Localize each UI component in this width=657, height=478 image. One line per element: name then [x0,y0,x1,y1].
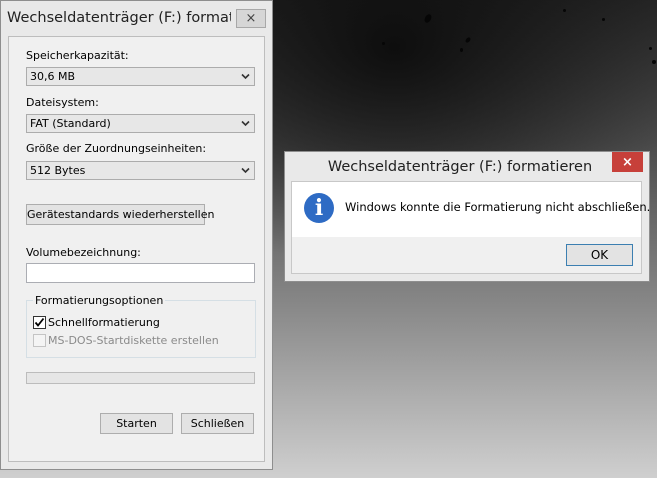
background-speck [649,47,652,50]
chevron-down-icon [241,167,250,174]
background-speck [382,42,385,45]
format-options-group [26,300,256,358]
format-progress-bar [26,372,255,384]
allocation-dropdown[interactable]: 512 Bytes [26,161,255,180]
message-text: Windows konnte die Formatierung nicht ab… [345,200,651,214]
filesystem-value: FAT (Standard) [30,117,111,130]
chevron-down-icon [241,120,250,127]
message-box-title: Wechseldatenträger (F:) formatieren [327,159,593,175]
checkmark-icon [34,317,45,327]
allocation-label: Größe der Zuordnungseinheiten: [26,142,207,155]
volume-label: Volumebezeichnung: [26,246,141,259]
close-icon: × [245,11,257,26]
background-speck [464,36,472,44]
filesystem-dropdown[interactable]: FAT (Standard) [26,114,255,133]
error-message-box: Wechseldatenträger (F:) formatieren × i … [284,151,650,282]
msdos-startup-checkbox[interactable] [33,334,46,347]
close-icon: × [622,154,633,170]
allocation-value: 512 Bytes [30,164,86,177]
start-button[interactable]: Starten [100,413,173,434]
background-speck [602,18,605,21]
restore-defaults-button[interactable]: Gerätestandards wiederherstellen [26,204,214,225]
filesystem-label: Dateisystem: [26,96,99,109]
background-speck [563,9,566,12]
close-button[interactable]: × [236,9,266,28]
format-dialog: Wechseldatenträger (F:) formatieren × Sp… [0,0,273,470]
background-speck [460,48,463,52]
close-dialog-button[interactable]: Schließen [181,413,254,434]
capacity-label: Speicherkapazität: [26,49,129,62]
format-dialog-content: Speicherkapazität: 30,6 MB Dateisystem: … [8,36,265,462]
info-icon-glyph: i [314,195,324,221]
message-area: i Windows konnte die Formatierung nicht … [292,182,650,237]
capacity-dropdown[interactable]: 30,6 MB [26,67,255,86]
capacity-value: 30,6 MB [30,70,76,83]
message-close-button[interactable]: × [612,152,643,172]
format-dialog-titlebar[interactable]: Wechseldatenträger (F:) formatieren × [1,1,272,39]
background-speck [652,60,656,64]
chevron-down-icon [241,73,250,80]
format-dialog-title: Wechseldatenträger (F:) formatieren [7,10,231,26]
message-box-content: i Windows konnte die Formatierung nicht … [291,181,650,274]
volume-name-input[interactable] [26,263,255,283]
quick-format-checkbox[interactable] [33,316,46,329]
background-speck [423,13,433,24]
format-options-title: Formatierungsoptionen [33,294,166,307]
info-icon: i [304,193,334,223]
ok-button[interactable]: OK [566,244,633,266]
msdos-startup-label[interactable]: MS-DOS-Startdiskette erstellen [48,334,219,347]
quick-format-label[interactable]: Schnellformatierung [48,316,160,329]
